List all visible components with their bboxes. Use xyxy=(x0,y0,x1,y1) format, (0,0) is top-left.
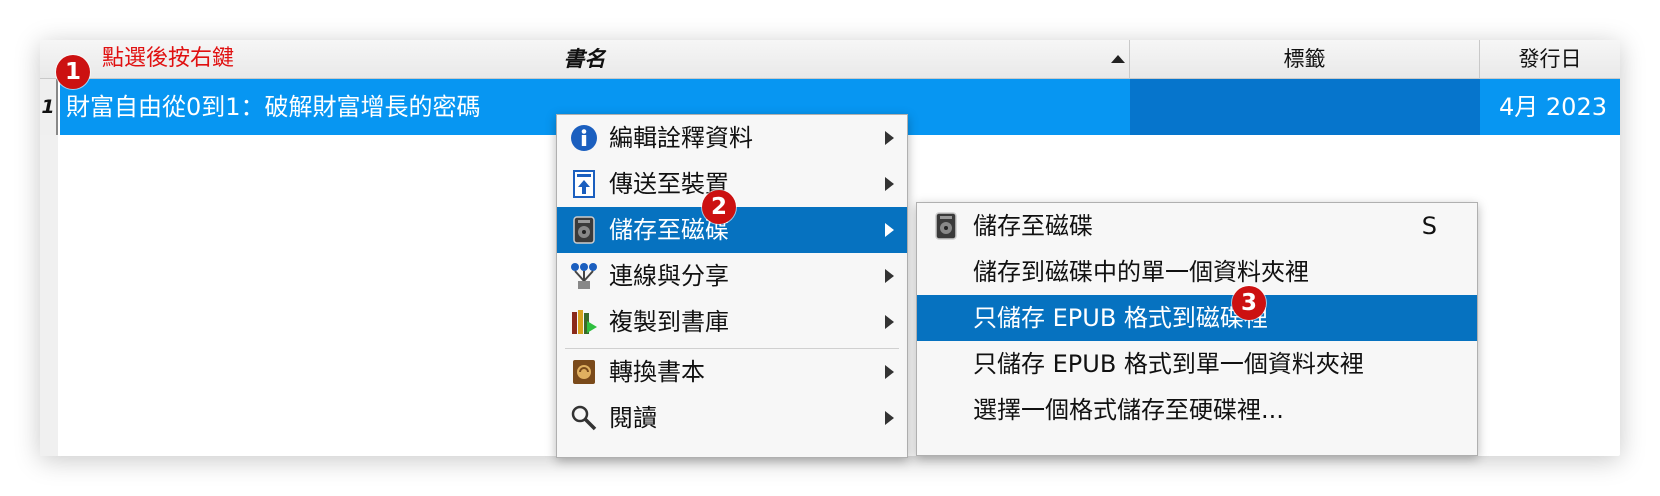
send-to-device-icon xyxy=(573,170,595,198)
copy-to-library-icon xyxy=(572,310,597,334)
magnifier-icon xyxy=(571,405,597,431)
submenu-arrow-icon xyxy=(885,365,894,379)
submenu-item-label: 只儲存 EPUB 格式到磁碟裡 xyxy=(973,304,1268,332)
table-header: 書名 標籤 發行日 xyxy=(40,40,1620,79)
convert-book-icon xyxy=(573,360,595,384)
menu-item-label: 編輯詮釋資料 xyxy=(609,124,753,152)
disk-save-icon xyxy=(573,216,595,244)
submenu-item-label: 儲存至磁碟 xyxy=(973,212,1093,240)
submenu-item-label: 選擇一個格式儲存至硬碟裡... xyxy=(973,396,1284,424)
publish-date-cell[interactable]: 4月 2023 xyxy=(1480,79,1607,135)
submenu-arrow-icon xyxy=(885,315,894,329)
row-number[interactable]: 1 xyxy=(40,79,58,135)
submenu-item-label: 只儲存 EPUB 格式到單一個資料夾裡 xyxy=(973,350,1364,378)
sort-ascending-icon[interactable] xyxy=(1108,49,1128,69)
menu-item-edit-metadata[interactable]: 編輯詮釋資料 xyxy=(557,115,907,161)
info-icon xyxy=(571,125,597,151)
menu-item-label: 轉換書本 xyxy=(609,358,705,386)
submenu-item-choose-format[interactable]: 選擇一個格式儲存至硬碟裡... xyxy=(917,387,1477,433)
menu-item-label: 複製到書庫 xyxy=(609,308,729,336)
disk-save-icon xyxy=(935,212,957,240)
menu-item-label: 連線與分享 xyxy=(609,262,729,290)
context-menu: 編輯詮釋資料 傳送至裝置 儲存至磁碟 連線與分享 複製到書庫 轉換書本 閱讀 xyxy=(556,114,908,458)
submenu-item-save-epub-single-folder[interactable]: 只儲存 EPUB 格式到單一個資料夾裡 xyxy=(917,341,1477,387)
menu-item-convert-book[interactable]: 轉換書本 xyxy=(557,349,907,395)
instruction-annotation: 點選後按右鍵 xyxy=(102,46,235,71)
menu-item-label: 閱讀 xyxy=(609,404,657,432)
menu-item-connect-share[interactable]: 連線與分享 xyxy=(557,253,907,299)
submenu-item-save-epub-only[interactable]: 只儲存 EPUB 格式到磁碟裡 xyxy=(917,295,1477,341)
submenu-arrow-icon xyxy=(885,269,894,283)
step-badge-3: 3 xyxy=(1232,286,1266,320)
book-title-cell[interactable]: 財富自由從0到1：破解財富增長的密碼 xyxy=(66,79,481,135)
row-number-gutter xyxy=(40,135,58,456)
menu-item-read[interactable]: 閱讀 xyxy=(557,395,907,441)
column-header-tags[interactable]: 標籤 xyxy=(1130,40,1480,78)
column-header-date[interactable]: 發行日 xyxy=(1480,40,1620,78)
keyboard-shortcut: S xyxy=(1421,212,1437,240)
step-badge-1: 1 xyxy=(56,55,90,89)
submenu-arrow-icon xyxy=(885,411,894,425)
step-badge-2: 2 xyxy=(702,190,736,224)
save-to-disk-submenu: 儲存至磁碟 S 儲存到磁碟中的單一個資料夾裡 只儲存 EPUB 格式到磁碟裡 只… xyxy=(916,202,1478,456)
tags-cell[interactable] xyxy=(1130,79,1480,135)
menu-item-copy-to-library[interactable]: 複製到書庫 xyxy=(557,299,907,345)
submenu-item-save-single-folder[interactable]: 儲存到磁碟中的單一個資料夾裡 xyxy=(917,249,1477,295)
submenu-arrow-icon xyxy=(885,131,894,145)
submenu-arrow-icon xyxy=(885,177,894,191)
network-share-icon xyxy=(571,263,597,289)
submenu-item-save-to-disk[interactable]: 儲存至磁碟 S xyxy=(917,203,1477,249)
submenu-arrow-icon xyxy=(885,223,894,237)
